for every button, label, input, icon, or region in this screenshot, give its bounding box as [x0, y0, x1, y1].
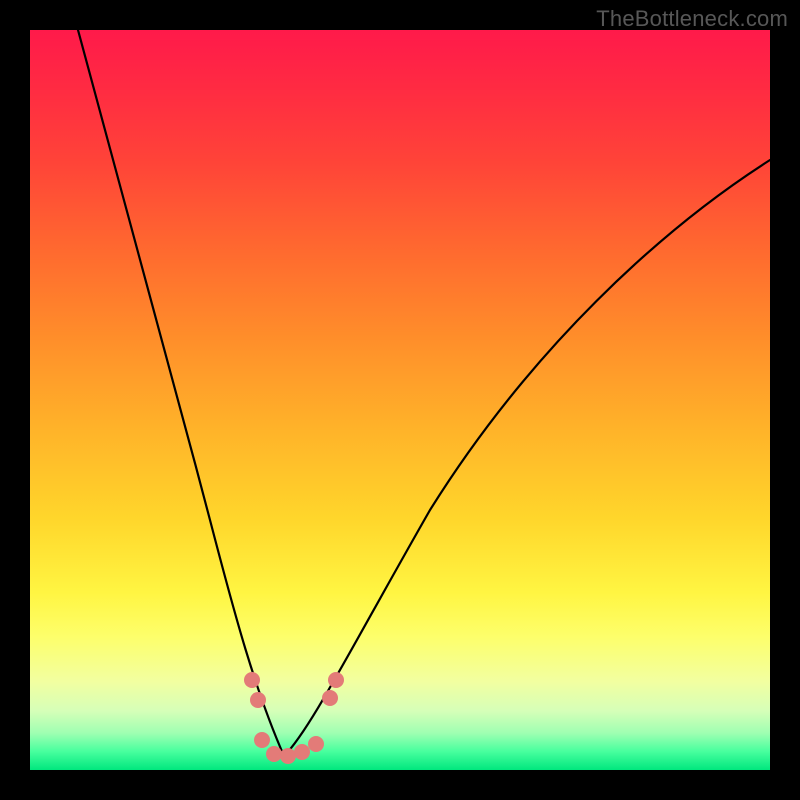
plot-area — [30, 30, 770, 770]
highlight-dot — [244, 672, 260, 688]
highlight-dot — [328, 672, 344, 688]
highlight-dots-group — [244, 672, 344, 764]
highlight-dot — [250, 692, 266, 708]
curve-right-branch — [284, 160, 770, 756]
highlight-dot — [280, 748, 296, 764]
highlight-dot — [322, 690, 338, 706]
highlight-dot — [266, 746, 282, 762]
highlight-dot — [308, 736, 324, 752]
watermark-text: TheBottleneck.com — [596, 6, 788, 32]
highlight-dot — [294, 744, 310, 760]
curve-layer — [30, 30, 770, 770]
curve-left-branch — [78, 30, 284, 756]
highlight-dot — [254, 732, 270, 748]
